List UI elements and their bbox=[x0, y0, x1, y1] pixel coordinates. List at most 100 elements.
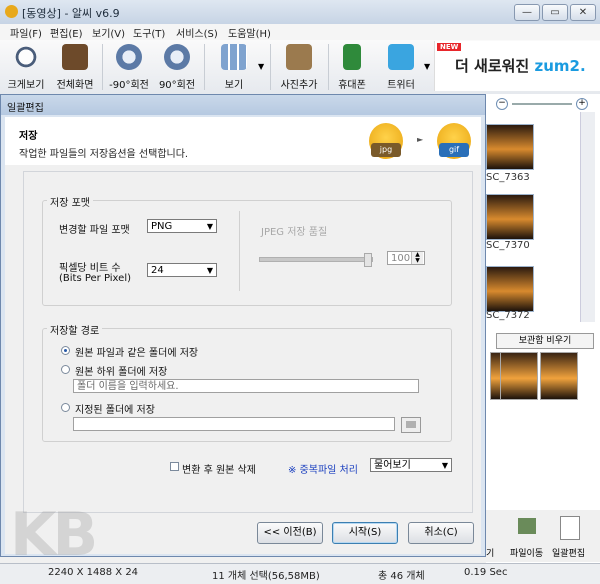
app-icon bbox=[5, 5, 18, 18]
delete-original-label[interactable]: 변환 후 원본 삭제 bbox=[182, 461, 256, 476]
window-title: [동영상] - 알씨 v6.9 bbox=[22, 7, 120, 20]
dialog-title-bar: 일괄편집 bbox=[1, 95, 485, 115]
jpeg-quality-slider[interactable] bbox=[259, 253, 373, 267]
strip-thumbnail[interactable] bbox=[500, 352, 538, 400]
cancel-button[interactable]: 취소(C) bbox=[408, 522, 474, 544]
toolbar-twitter-button[interactable]: 트위터 bbox=[382, 44, 420, 92]
menu-tools[interactable]: 도구(T) bbox=[133, 25, 165, 40]
zoom-in-icon[interactable]: + bbox=[576, 98, 588, 110]
bpp-label: 픽셀당 비트 수 bbox=[59, 263, 121, 274]
bottom-tool-label[interactable]: 파일이동 bbox=[510, 546, 543, 559]
file-move-icon bbox=[518, 518, 536, 534]
save-format-legend: 저장 포맷 bbox=[47, 194, 93, 209]
folder-icon bbox=[406, 421, 416, 428]
toolbar-separator bbox=[102, 44, 103, 90]
bpp-select[interactable]: 24 ▼ bbox=[147, 263, 217, 277]
save-format-group: 저장 포맷 변경할 파일 포맷 PNG ▼ 픽셀당 비트 수 (Bits Per… bbox=[42, 194, 452, 306]
toolbar-fullscreen-button[interactable]: 전체화면 bbox=[52, 44, 98, 92]
toolbar-view-button[interactable]: 보기 bbox=[212, 44, 256, 92]
zoom-out-icon[interactable]: − bbox=[496, 98, 508, 110]
subfolder-label[interactable]: 원본 하위 폴더에 저장 bbox=[75, 363, 167, 378]
save-path-legend: 저장할 경로 bbox=[47, 322, 103, 337]
mascot-tag: jpg bbox=[371, 143, 401, 157]
menu-services[interactable]: 서비스(S) bbox=[176, 25, 218, 40]
menu-help[interactable]: 도움말(H) bbox=[228, 25, 271, 40]
dialog-header: 저장 작업한 파일들의 저장옵션을 선택합니다. jpg ► gif bbox=[5, 117, 481, 165]
rotate-left-icon bbox=[116, 44, 142, 70]
menu-bar: 파일(F) 편집(E) 보기(V) 도구(T) 서비스(S) 도움말(H) bbox=[0, 24, 600, 40]
toolbar-label: 사진추가 bbox=[280, 80, 318, 91]
rotate-right-icon bbox=[164, 44, 190, 70]
toolbar-label: 트위터 bbox=[387, 80, 415, 91]
batch-edit-icon bbox=[560, 516, 580, 540]
maximize-button[interactable]: ▭ bbox=[542, 4, 568, 21]
thumbnail-scrollbar[interactable] bbox=[580, 112, 595, 322]
toolbar-rotate-left-button[interactable]: -90°회전 bbox=[106, 44, 152, 92]
fullscreen-icon bbox=[62, 44, 88, 70]
save-path-group: 저장할 경로 원본 파일과 같은 폴더에 저장 원본 하위 폴더에 저장 폴더 … bbox=[42, 322, 452, 442]
toolbar-zoom-button[interactable]: 크게보기 bbox=[6, 44, 46, 92]
dialog-title: 일괄편집 bbox=[7, 103, 44, 114]
twitter-icon bbox=[388, 44, 414, 70]
toolbar-rotate-right-button[interactable]: 90°회전 bbox=[156, 44, 198, 92]
status-total: 총 46 개체 bbox=[378, 571, 425, 582]
status-time: 0.19 Sec bbox=[464, 567, 508, 578]
batch-edit-dialog: 일괄편집 저장 작업한 파일들의 저장옵션을 선택합니다. jpg ► gif … bbox=[0, 94, 486, 557]
empty-storage-button[interactable]: 보관함 비우기 bbox=[496, 333, 594, 349]
zoom-slider[interactable] bbox=[512, 103, 572, 105]
same-folder-radio[interactable] bbox=[61, 346, 70, 355]
dialog-heading: 저장 bbox=[19, 131, 38, 142]
banner-text-main: 더 새로워진 bbox=[455, 57, 530, 75]
start-button[interactable]: 시작(S) bbox=[332, 522, 398, 544]
options-panel: 저장 포맷 변경할 파일 포맷 PNG ▼ 픽셀당 비트 수 (Bits Per… bbox=[23, 171, 473, 513]
thumbnail-image[interactable] bbox=[486, 266, 534, 312]
toolbar-label: -90°회전 bbox=[109, 80, 149, 91]
mascot-tag: gif bbox=[439, 143, 469, 157]
strip-thumbnail[interactable] bbox=[540, 352, 578, 400]
thumbnail-label: SC_7372 bbox=[486, 310, 530, 321]
menu-file[interactable]: 파일(F) bbox=[10, 25, 42, 40]
jpeg-quality-spinner[interactable]: ▲ ▼ bbox=[411, 252, 423, 264]
toolbar-separator bbox=[270, 44, 271, 90]
minimize-button[interactable]: — bbox=[514, 4, 540, 21]
toolbar-separator bbox=[204, 44, 205, 90]
close-button[interactable]: ✕ bbox=[570, 4, 596, 21]
arrow-right-icon: ► bbox=[417, 135, 424, 144]
jpeg-quality-label: JPEG 저장 품질 bbox=[261, 227, 328, 238]
delete-original-checkbox[interactable] bbox=[170, 462, 179, 471]
format-select[interactable]: PNG ▼ bbox=[147, 219, 217, 233]
thumbnail-image[interactable] bbox=[486, 194, 534, 240]
custom-folder-label[interactable]: 지정된 폴더에 저장 bbox=[75, 401, 155, 416]
duplicate-handling-select[interactable]: 물어보기 ▼ bbox=[370, 458, 452, 472]
status-selection: 11 개체 선택(56,58MB) bbox=[212, 571, 320, 582]
previous-button[interactable]: << 이전(B) bbox=[257, 522, 323, 544]
new-badge: NEW bbox=[437, 43, 462, 51]
custom-folder-radio[interactable] bbox=[61, 403, 70, 412]
toolbar-label: 90°회전 bbox=[158, 80, 196, 91]
twitter-dropdown-arrow[interactable]: ▼ bbox=[424, 62, 430, 71]
phone-icon bbox=[343, 44, 361, 70]
subfolder-name-input[interactable]: 폴더 이름을 입력하세요. bbox=[73, 379, 419, 393]
toolbar-label: 크게보기 bbox=[7, 80, 45, 91]
banner-suffix: 2. bbox=[569, 57, 586, 75]
menu-edit[interactable]: 편집(E) bbox=[50, 25, 83, 40]
duplicate-select-value: 물어보기 bbox=[374, 460, 411, 471]
zum-banner[interactable]: NEW 더 새로워진 zum2. bbox=[434, 41, 600, 91]
bottom-tool-label[interactable]: 기 bbox=[486, 546, 494, 559]
gif-mascot-icon: gif bbox=[437, 123, 471, 159]
toolbar-phone-button[interactable]: 휴대폰 bbox=[334, 44, 370, 92]
custom-folder-path-input[interactable] bbox=[73, 417, 395, 431]
thumbnail-image[interactable] bbox=[486, 124, 534, 170]
bottom-tool-label[interactable]: 일괄편집 bbox=[552, 546, 585, 559]
add-photo-icon bbox=[286, 44, 312, 70]
format-label: 변경할 파일 포맷 bbox=[59, 225, 130, 236]
browse-folder-button[interactable] bbox=[401, 417, 421, 433]
menu-view[interactable]: 보기(V) bbox=[92, 25, 125, 40]
jpeg-quality-slider-thumb[interactable] bbox=[364, 253, 372, 267]
title-bar: [동영상] - 알씨 v6.9 — ▭ ✕ bbox=[0, 0, 600, 25]
bpp-select-value: 24 bbox=[151, 265, 164, 276]
toolbar-add-photo-button[interactable]: 사진추가 bbox=[276, 44, 322, 92]
same-folder-label[interactable]: 원본 파일과 같은 폴더에 저장 bbox=[75, 344, 198, 359]
subfolder-radio[interactable] bbox=[61, 365, 70, 374]
view-dropdown-arrow[interactable]: ▼ bbox=[258, 62, 264, 71]
